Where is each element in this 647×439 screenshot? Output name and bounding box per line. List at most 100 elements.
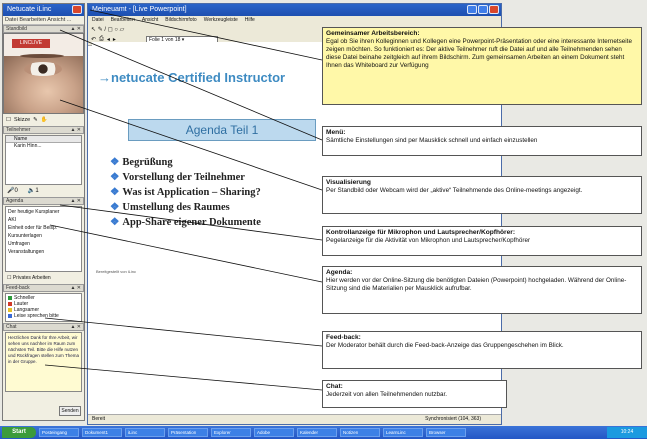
collapse-icon[interactable]: ▲ ✕ (70, 26, 81, 33)
camera-toolbar: ☐ Skizze ✎ ✋ (3, 114, 84, 126)
main-titlebar: Meineuamt - [Live Powerpoint] (88, 4, 501, 16)
status-coordinates: Synchronisiert (104, 363) (425, 416, 481, 422)
microphone-level: 🎤0 (7, 188, 18, 194)
taskbar-item[interactable]: Posteingang (39, 428, 79, 437)
callout-title: Feed-back: (326, 334, 361, 341)
agenda-title: Agenda (6, 198, 24, 204)
close-icon[interactable] (489, 5, 499, 14)
callout-title: Chat: (326, 383, 343, 390)
list-item: ❖ Begrüßung (110, 157, 173, 168)
callout-text: Pegelanzeige für die Aktivität von Mikro… (326, 237, 531, 244)
hand-icon[interactable]: ✋ (41, 117, 48, 123)
chat-title: Chat (6, 324, 17, 330)
list-item: ❖ App-Share eigener Dokumente (110, 217, 261, 228)
taskbar-item[interactable]: Kalender (297, 428, 337, 437)
callout-audio-control: Kontrollanzeige für Mikrophon und Lautsp… (322, 226, 642, 256)
callout-chat: Chat: Jederzeit von allen Teilnehmenden … (322, 380, 507, 408)
taskbar-item[interactable]: Explorer (211, 428, 251, 437)
left-panel-titlebar: Netucate iLinc (3, 4, 84, 16)
webcam-view: LINCLIVE (3, 33, 84, 114)
minimize-icon[interactable] (467, 5, 477, 14)
main-menubar: Datei Bearbeiten Ansicht Bildschirmfoto … (88, 16, 501, 24)
list-item[interactable]: Karin Hinn... (6, 143, 81, 150)
participants-list: Name Karin Hinn... (5, 135, 82, 185)
chat-log[interactable]: Herzlichen Dank für Ihre Arbeit, wir seh… (5, 332, 82, 392)
callout-agenda: Agenda: Hier werden vor der Online-Sitzu… (322, 266, 642, 314)
drawing-tools[interactable]: ↖ ✎ / ◻ ○ ▱ (91, 26, 124, 33)
left-panel-menu[interactable]: Datei Bearbeiten Ansicht ... (3, 16, 84, 25)
callout-text: Der Moderator behält durch die Feed-back… (326, 342, 564, 349)
presentation-slide: →netucate Certified Instructor Agenda Te… (92, 42, 342, 407)
send-button[interactable]: Senden (59, 406, 81, 416)
list-item[interactable]: AKI (8, 217, 79, 223)
callout-shared-workspace: Gemeinsamer Arbeitsbereich: Egal ob Sie … (322, 27, 642, 105)
collapse-icon[interactable]: ▲ ✕ (70, 285, 81, 292)
taskbar-item[interactable]: Adobe (254, 428, 294, 437)
face-detail (20, 54, 64, 58)
chat-header: Chat ▲ ✕ (3, 323, 84, 331)
callout-text: Hier werden vor der Online-Sitzung die b… (326, 277, 627, 292)
list-item: ❖ Umstellung des Raumes (110, 202, 230, 213)
checkbox-icon[interactable]: ☐ (6, 117, 11, 123)
slide-footer: Bereitgestellt von iLinc (96, 269, 137, 274)
volume-indicators: 🎤0 🔈1 (3, 186, 84, 197)
pen-icon[interactable]: ✎ (33, 117, 38, 123)
slide-heading: →netucate Certified Instructor (98, 70, 286, 85)
callout-title: Menü: (326, 129, 346, 136)
taskbar-item[interactable]: LearnLinc (383, 428, 423, 437)
agenda-header: Agenda ▲ ✕ (3, 197, 84, 205)
agenda-banner: Agenda Teil 1 (128, 119, 316, 141)
menu-toolbar[interactable]: Werkzeugleiste (204, 16, 238, 24)
callout-title: Visualisierung (326, 179, 371, 186)
participants-title: Teilnehmer (6, 127, 31, 133)
taskbar-item[interactable]: Präsentation (168, 428, 208, 437)
callout-feedback: Feed-back: Der Moderator behält durch di… (322, 331, 642, 369)
collapse-icon[interactable]: ▲ ✕ (70, 127, 81, 134)
menu-screenshot[interactable]: Bildschirmfoto (165, 16, 196, 24)
speaker-level: 🔈1 (27, 188, 39, 194)
left-control-panel: Netucate iLinc Datei Bearbeiten Ansicht … (2, 3, 85, 421)
list-item[interactable]: Der heutige Kursplaner (8, 209, 79, 215)
taskbar-item[interactable]: iLinc (125, 428, 165, 437)
taskbar-item[interactable]: Notizen (340, 428, 380, 437)
status-text: Bereit (92, 416, 106, 422)
menu-view[interactable]: Ansicht (142, 16, 158, 24)
taskbar-item[interactable]: Dokument1 (82, 428, 122, 437)
feedback-list: Schneller Lauter Langsamer Leise spreche… (5, 293, 82, 322)
callout-title: Kontrollanzeige für Mikrophon und Lautsp… (326, 229, 516, 236)
close-icon[interactable] (72, 5, 82, 14)
callout-title: Gemeinsamer Arbeitsbereich: (326, 30, 420, 37)
callout-text: Jederzeit von allen Teilnehmenden nutzba… (326, 391, 448, 398)
privacy-checkbox[interactable]: ☐ Privates Arbeiten (3, 273, 84, 284)
list-item[interactable]: Leise sprechen bitte (8, 313, 79, 319)
left-panel-title: Netucate iLinc (7, 6, 52, 13)
list-item[interactable]: Kursunterlagen (8, 233, 79, 239)
status-bar: Bereit Synchronisiert (104, 363) (88, 414, 501, 424)
callout-menu: Menü: Sämtliche Einstellungen sind per M… (322, 126, 642, 156)
camera-label: LINCLIVE (12, 39, 50, 48)
list-item[interactable]: Umfragen (8, 241, 79, 247)
taskbar: Start Posteingang Dokument1 iLinc Präsen… (0, 426, 647, 439)
feedback-header: Feed-back ▲ ✕ (3, 284, 84, 292)
callout-visualization: Visualisierung Per Standbild oder Webcam… (322, 176, 642, 214)
list-item[interactable]: Einheit oder für Beisp. (8, 225, 79, 231)
system-clock[interactable]: 10:24 (607, 427, 647, 438)
main-window-title: Meineuamt - [Live Powerpoint] (92, 6, 187, 13)
sketch-label: Skizze (13, 117, 31, 123)
agenda-list: Der heutige Kursplaner AKI Einheit oder … (5, 206, 82, 272)
maximize-icon[interactable] (478, 5, 488, 14)
collapse-icon[interactable]: ▲ ✕ (70, 324, 81, 331)
callout-text: Per Standbild oder Webcam wird der „akti… (326, 187, 583, 194)
participants-header: Teilnehmer ▲ ✕ (3, 126, 84, 134)
start-button[interactable]: Start (2, 427, 36, 438)
list-item[interactable]: Veranstaltungen (8, 249, 79, 255)
camera-banner: LINCLIVE (4, 34, 83, 56)
callout-title: Agenda: (326, 269, 353, 276)
taskbar-item[interactable]: Browser (426, 428, 466, 437)
list-item: ❖ Was ist Application – Sharing? (110, 187, 261, 198)
menu-edit[interactable]: Bearbeiten (111, 16, 135, 24)
camera-panel-title: Standbild (6, 26, 27, 32)
menu-file[interactable]: Datei (92, 16, 104, 24)
menu-help[interactable]: Hilfe (245, 16, 255, 24)
collapse-icon[interactable]: ▲ ✕ (70, 198, 81, 205)
